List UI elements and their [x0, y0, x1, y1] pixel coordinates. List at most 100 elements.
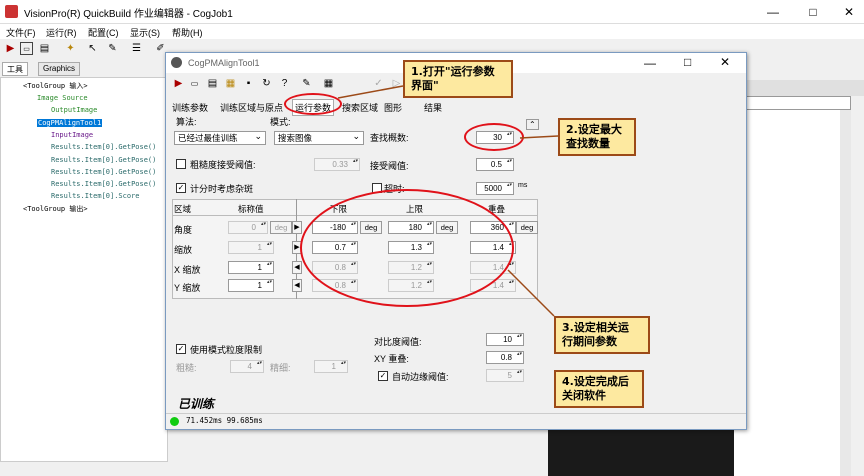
auto-edge-label: 自动边缘阈值:	[392, 372, 449, 382]
dialog-minimize-button[interactable]: —	[644, 56, 656, 70]
run-continuous-icon[interactable]: ▭	[20, 42, 33, 55]
tab-graphics[interactable]: Graphics	[38, 62, 81, 76]
fine-input[interactable]: 1	[314, 360, 348, 373]
highlight-ellipse-findcount	[464, 123, 524, 151]
auto-edge-input[interactable]: 5	[486, 369, 524, 382]
contrast-input[interactable]: 10	[486, 333, 524, 346]
trained-status: 已训练	[178, 397, 215, 411]
yscale-nominal-input[interactable]: 1	[228, 279, 274, 292]
grid-row-name: Y 缩放	[174, 283, 201, 293]
xscale-nominal-input[interactable]: 1	[228, 261, 274, 274]
timeout-input[interactable]: 5000	[476, 182, 514, 195]
check-icon[interactable]: ✓	[372, 77, 385, 90]
scale-nominal-input[interactable]: 1	[228, 241, 274, 254]
menu-bar: 文件(F) 运行(R) 配置(C) 显示(S) 帮助(H)	[0, 24, 864, 39]
coarse-label: 粗糙:	[176, 363, 197, 373]
tree-item-pmalign[interactable]: CogPMAlignTool1	[37, 119, 103, 127]
grid-row-name: 缩放	[174, 245, 193, 255]
grid-row-name: 角度	[174, 225, 193, 235]
tree-item-input-group[interactable]: <ToolGroup 输入>	[23, 81, 88, 91]
image-icon[interactable]: ▤	[206, 77, 219, 90]
dialog-status-bar: 71.452ms 99.685ms	[166, 413, 746, 429]
doc-icon[interactable]: ☰	[130, 42, 143, 55]
grid-header-region: 区域	[174, 204, 192, 214]
dialog-close-button[interactable]: ✕	[720, 55, 730, 69]
mode-label: 模式:	[270, 117, 291, 127]
menu-run[interactable]: 运行(R)	[46, 26, 77, 39]
auto-edge-checkbox[interactable]: ✓	[378, 371, 388, 381]
algorithm-label: 算法:	[176, 117, 197, 127]
image-scrollbar[interactable]	[840, 110, 851, 476]
pointer-icon[interactable]: ↖	[86, 42, 99, 55]
angle-overlap-unit[interactable]: deg	[516, 221, 538, 234]
mode-select[interactable]: 搜索图像	[274, 130, 364, 145]
tools-icon[interactable]: ✦	[64, 42, 77, 55]
collapse-button[interactable]: ⌃	[526, 119, 539, 130]
dialog-maximize-button[interactable]: □	[684, 55, 691, 69]
angle-nominal-unit[interactable]: deg	[270, 221, 292, 234]
xy-overlap-input[interactable]: 0.8	[486, 351, 524, 364]
image-icon[interactable]: ▤	[38, 42, 51, 55]
coarse-accept-label: 粗糙度接受阈值:	[190, 160, 256, 170]
yscale-arrow-button[interactable]: ◀	[292, 279, 302, 292]
minimize-button[interactable]: —	[758, 3, 788, 21]
dialog-app-icon	[171, 57, 182, 68]
grid-header-nominal: 标称值	[238, 204, 264, 214]
tree-item-output-image[interactable]: OutputImage	[51, 106, 97, 114]
close-button[interactable]: ✕	[834, 3, 864, 21]
left-tab-strip: 工具 Graphics	[0, 62, 170, 77]
run-icon[interactable]: ▶	[172, 77, 185, 90]
tree-item-result[interactable]: Results.Item[0].GetPose()	[51, 143, 156, 151]
tree-item-result[interactable]: Results.Item[0].GetPose()	[51, 156, 156, 164]
highlight-ellipse-grid	[300, 189, 514, 307]
save-icon[interactable]: ▪	[242, 77, 255, 90]
xy-overlap-label: XY 重叠:	[374, 354, 409, 364]
algorithm-select[interactable]: 已经过最佳训练	[174, 130, 266, 145]
tab-search-region[interactable]: 搜索区域	[342, 101, 378, 114]
menu-help[interactable]: 帮助(H)	[172, 26, 203, 39]
tree-item-output-group[interactable]: <ToolGroup 输出>	[23, 204, 88, 214]
pmalign-dialog: CogPMAlignTool1 — □ ✕ ▶ ▭ ▤ ▦ ▪ ↻ ? ✎ ▦ …	[165, 52, 747, 430]
tree-item-input-image[interactable]: InputImage	[51, 131, 93, 139]
tree-item-result[interactable]: Results.Item[0].GetPose()	[51, 168, 156, 176]
tree-item-image-source[interactable]: Image Source	[37, 94, 88, 102]
status-ok-icon	[170, 417, 179, 426]
tab-train-params[interactable]: 训练参数	[172, 101, 208, 114]
grid-row-name: X 缩放	[174, 265, 201, 275]
open-icon[interactable]: ▦	[224, 77, 237, 90]
next-icon[interactable]: ▷	[390, 77, 403, 90]
app-icon	[5, 5, 18, 18]
xscale-arrow-button[interactable]: ◀	[292, 261, 302, 274]
angle-arrow-button[interactable]: ▶	[292, 221, 302, 234]
reset-icon[interactable]: ↻	[260, 77, 273, 90]
menu-file[interactable]: 文件(F)	[6, 26, 36, 39]
tab-train-region[interactable]: 训练区域与原点	[220, 101, 283, 114]
settings-icon[interactable]: ✎	[106, 42, 119, 55]
tab-results[interactable]: 结果	[424, 101, 442, 114]
tab-graphics[interactable]: 图形	[384, 101, 402, 114]
run-icon[interactable]: ▶	[4, 42, 17, 55]
menu-display[interactable]: 显示(S)	[130, 26, 160, 39]
grid-icon[interactable]: ▦	[322, 77, 335, 90]
maximize-button[interactable]: □	[798, 3, 828, 21]
tree-item-score[interactable]: Results.Item[0].Score	[51, 192, 140, 200]
clutter-label: 计分时考虑杂斑	[190, 184, 254, 194]
coarse-accept-checkbox[interactable]	[176, 159, 186, 169]
coarse-accept-input[interactable]: 0.33	[314, 158, 360, 171]
tree-item-result[interactable]: Results.Item[0].GetPose()	[51, 180, 156, 188]
granularity-checkbox[interactable]: ✓	[176, 344, 186, 354]
menu-config[interactable]: 配置(C)	[88, 26, 119, 39]
help-icon[interactable]: ?	[278, 77, 291, 90]
coarse-input[interactable]: 4	[230, 360, 264, 373]
image-panel-margin	[734, 110, 851, 476]
accept-input[interactable]: 0.5	[476, 158, 514, 171]
continuous-icon[interactable]: ▭	[188, 77, 201, 90]
find-count-label: 查找概数:	[370, 133, 409, 143]
tab-tools[interactable]: 工具	[2, 62, 28, 76]
clutter-checkbox[interactable]: ✓	[176, 183, 186, 193]
contrast-label: 对比度阈值:	[374, 337, 422, 347]
tool-tree: <ToolGroup 输入> Image Source OutputImage …	[0, 77, 168, 462]
angle-nominal-input[interactable]: 0	[228, 221, 268, 234]
edit-icon[interactable]: ✎	[300, 77, 313, 90]
window-title: VisionPro(R) QuickBuild 作业编辑器 - CogJob1	[24, 9, 233, 20]
